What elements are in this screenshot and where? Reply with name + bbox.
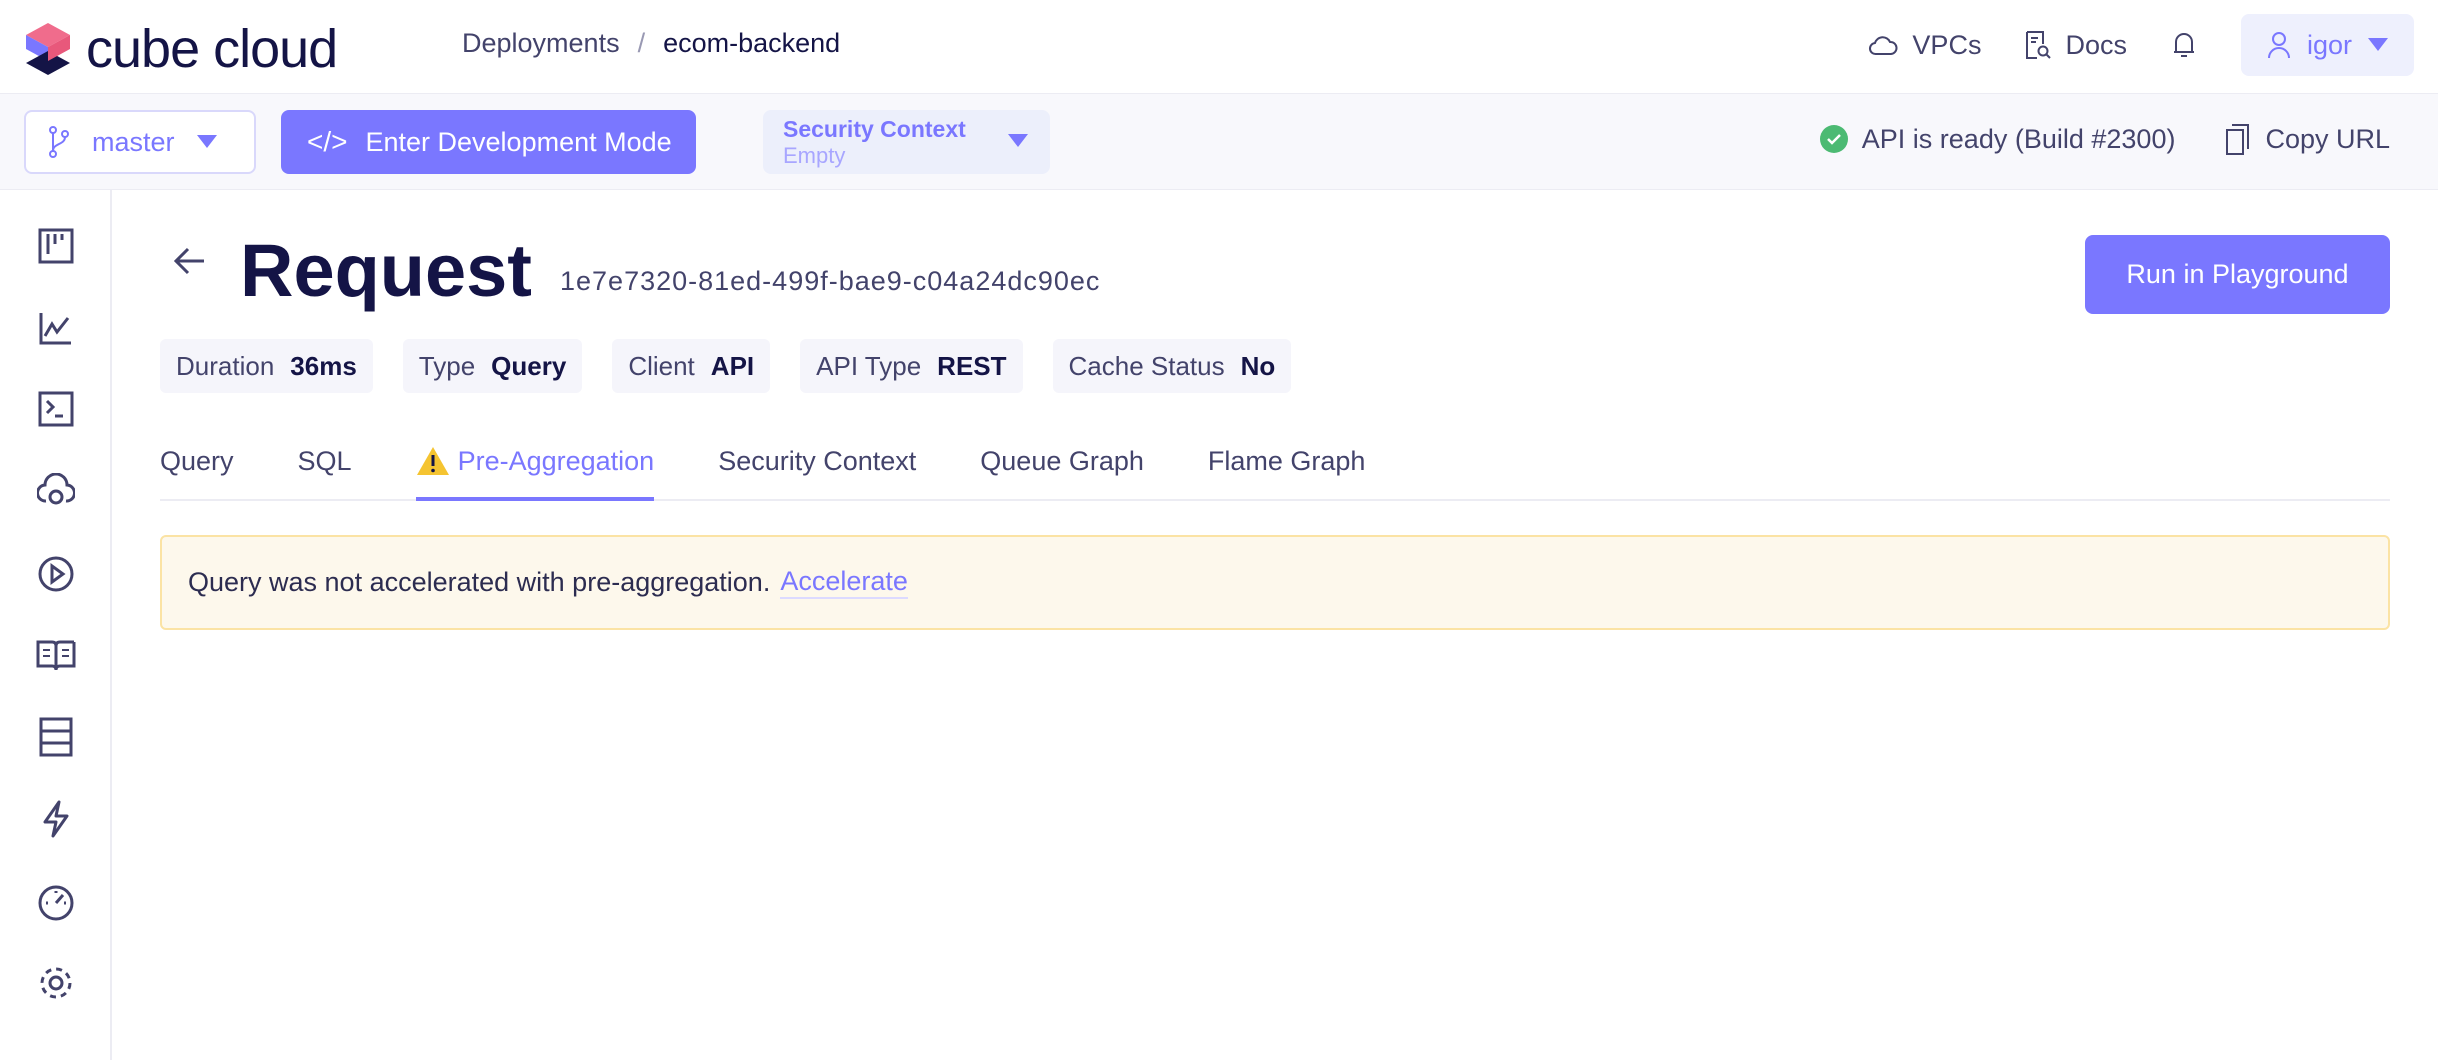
tab-query[interactable]: Query — [160, 440, 234, 501]
chevron-down-icon — [2368, 38, 2388, 51]
warning-icon — [416, 447, 449, 475]
tab-security-context[interactable]: Security Context — [718, 440, 916, 501]
sidebar-cloud-sync-icon[interactable] — [36, 471, 76, 511]
bell-icon[interactable] — [2171, 30, 2197, 60]
accelerate-link[interactable]: Accelerate — [780, 566, 908, 599]
logo[interactable]: cube cloud — [22, 18, 338, 80]
enter-dev-mode-button[interactable]: </> Enter Development Mode — [281, 110, 696, 174]
sidebar-settings-gear-icon[interactable] — [36, 963, 76, 1003]
tab-sql[interactable]: SQL — [298, 440, 352, 501]
tab-queue-graph[interactable]: Queue Graph — [980, 440, 1144, 501]
sidebar-terminal-icon[interactable] — [36, 389, 76, 429]
dev-mode-label: Enter Development Mode — [365, 126, 672, 157]
tab-flame-graph[interactable]: Flame Graph — [1208, 440, 1366, 501]
request-info-pills: Duration 36ms Type Query Client API API Typ… — [160, 339, 1292, 393]
top-header: cube cloud Deployments / ecom-backend VP… — [0, 0, 2438, 94]
pill-value: Query — [491, 350, 567, 381]
vpcs-link[interactable]: VPCs — [1868, 30, 1981, 61]
tab-label: Pre-Aggregation — [457, 446, 655, 476]
api-status-text: API is ready (Build #2300) — [1861, 123, 2176, 154]
run-in-playground-button[interactable]: Run in Playground — [2085, 235, 2390, 314]
docs-label: Docs — [2065, 29, 2127, 60]
breadcrumb-deployments[interactable]: Deployments — [462, 28, 620, 59]
breadcrumb-deployment: ecom-backend — [663, 28, 841, 58]
security-context-label: Security Context — [783, 116, 966, 142]
copy-url-label: Copy URL — [2265, 123, 2390, 154]
chevron-down-icon — [196, 135, 217, 148]
sidebar — [0, 190, 112, 1060]
docs-icon — [2026, 31, 2052, 59]
tab-pre-aggregation[interactable]: Pre-Aggregation — [415, 440, 655, 501]
cube-logo-icon — [26, 23, 70, 75]
check-circle-icon — [1819, 125, 1848, 153]
api-type-pill: API Type REST — [800, 339, 1023, 393]
sidebar-pre-aggregations-icon[interactable] — [36, 799, 76, 839]
chevron-down-icon — [1008, 134, 1028, 147]
copy-url-button[interactable]: Copy URL — [2225, 122, 2390, 156]
vpcs-label: VPCs — [1912, 29, 1982, 60]
page-title: Request — [240, 229, 532, 312]
user-menu[interactable]: igor — [2240, 14, 2414, 76]
pill-value: API — [710, 350, 755, 381]
docs-link[interactable]: Docs — [2025, 30, 2127, 61]
breadcrumb-separator: / — [637, 28, 646, 58]
pill-label: Duration — [176, 350, 275, 381]
alert-text: Query was not accelerated with pre-aggre… — [188, 567, 771, 597]
copy-icon — [2226, 124, 2250, 155]
breadcrumb: Deployments / ecom-backend — [462, 28, 840, 59]
deployment-toolbar: master </> Enter Development Mode Securi… — [0, 94, 2438, 190]
pill-label: Cache Status — [1068, 350, 1225, 381]
logo-text: cube cloud — [86, 19, 338, 79]
sidebar-data-model-icon[interactable] — [36, 717, 76, 757]
back-arrow-icon[interactable] — [172, 246, 206, 276]
code-icon: </> — [307, 126, 348, 157]
tabs: Query SQL Pre-Aggregation Security Conte… — [160, 440, 2390, 501]
pill-label: Type — [418, 350, 476, 381]
branch-name: master — [92, 126, 175, 157]
sidebar-dashboard-icon[interactable] — [36, 226, 76, 266]
duration-pill: Duration 36ms — [160, 339, 373, 393]
user-icon — [2267, 32, 2290, 59]
pill-label: Client — [628, 350, 695, 381]
pill-value: No — [1240, 350, 1276, 381]
not-accelerated-alert: Query was not accelerated with pre-aggre… — [160, 535, 2390, 630]
api-status: API is ready (Build #2300) — [1819, 123, 2176, 155]
sidebar-schema-book-icon[interactable] — [36, 635, 76, 675]
pill-value: REST — [937, 350, 1007, 381]
type-pill: Type Query — [402, 339, 583, 393]
branch-select[interactable]: master — [24, 110, 256, 174]
client-pill: Client API — [612, 339, 771, 393]
sidebar-performance-icon[interactable] — [36, 882, 76, 922]
user-name: igor — [2306, 29, 2352, 60]
git-branch-icon — [49, 126, 69, 158]
sidebar-metrics-icon[interactable] — [36, 308, 76, 348]
cache-status-pill: Cache Status No — [1052, 339, 1292, 393]
sidebar-playground-icon[interactable] — [36, 554, 76, 594]
security-context-value: Empty — [783, 143, 846, 168]
security-context-select[interactable]: Security Context Empty — [763, 110, 1050, 174]
pill-value: 36ms — [290, 350, 357, 381]
pill-label: API Type — [816, 350, 922, 381]
cloud-icon — [1869, 36, 1898, 55]
request-id: 1e7e7320-81ed-499f-bae9-c04a24dc90ec — [560, 266, 1101, 296]
